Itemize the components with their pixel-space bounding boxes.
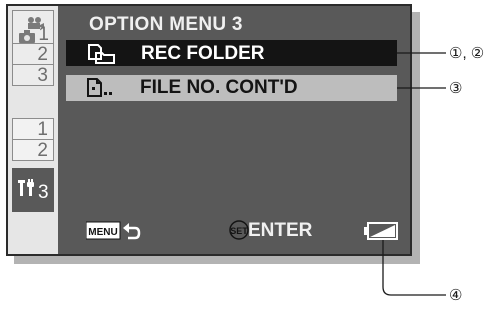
callout-lines [382, 52, 446, 296]
callout-label-4: ④ [449, 287, 463, 304]
callout-label-1-2: ①, ② [449, 45, 485, 62]
callout-label-3: ③ [449, 80, 463, 97]
